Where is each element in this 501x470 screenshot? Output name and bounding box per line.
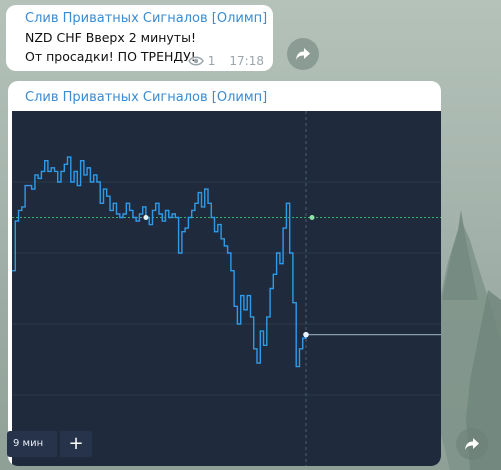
forward-button[interactable] (287, 38, 319, 70)
message-bubble-chart: Слив Приватных Сигналов [Олимп] (8, 81, 441, 466)
entry-level-marker (309, 215, 315, 220)
message-time: 17:18 (229, 54, 264, 68)
share-arrow-icon (296, 48, 310, 60)
price-chart (12, 111, 441, 466)
view-count: 1 (207, 54, 216, 68)
price-series-line (12, 156, 307, 368)
current-price-marker (303, 331, 309, 338)
add-indicator-button[interactable]: + (60, 431, 92, 457)
price-chart-image[interactable] (12, 111, 441, 466)
timeframe-button[interactable]: 9 мин (7, 431, 57, 457)
message-text-line: NZD CHF Вверх 2 минуты! (25, 30, 196, 45)
message-bubble-signal: Слив Приватных Сигналов [Олимп] NZD CHF … (6, 5, 273, 71)
message-sender-name[interactable]: Слив Приватных Сигналов [Олимп] (25, 90, 267, 106)
entry-point-marker (143, 215, 149, 220)
message-sender-name[interactable]: Слив Приватных Сигналов [Олимп] (25, 11, 267, 27)
forward-button[interactable] (456, 428, 488, 460)
eye-icon (187, 56, 204, 66)
message-meta: 1 17:18 (187, 54, 264, 68)
share-arrow-icon (465, 438, 479, 450)
